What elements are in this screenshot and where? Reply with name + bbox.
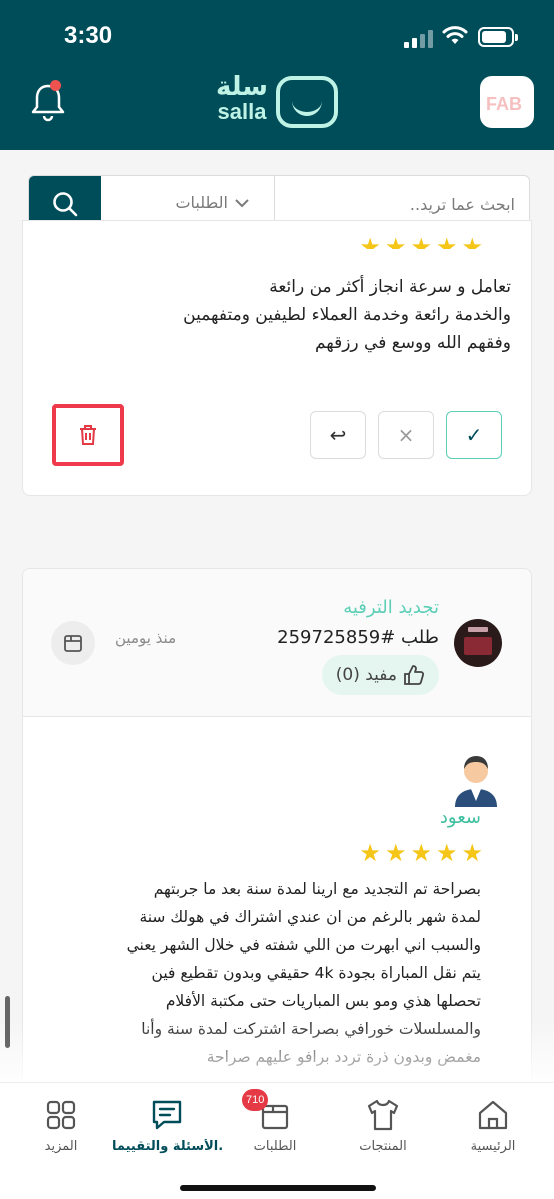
review-card-header: تجديد الترفيه طلب #259725859 مفيد (0) من… [23, 569, 531, 717]
home-icon [478, 1100, 508, 1130]
review-time: منذ يومين [115, 629, 177, 647]
star-icon: ★ [461, 235, 483, 249]
reviewer-name: سعود [439, 807, 481, 828]
search-scope-label: الطلبات [175, 193, 228, 212]
rating-stars: ★ ★ ★ ★ ★ [359, 235, 483, 249]
helpful-count: مفيد (0) [335, 665, 397, 685]
wifi-icon [442, 26, 468, 44]
star-icon: ★ [410, 235, 432, 249]
notification-dot [50, 80, 61, 91]
approve-button[interactable]: ✓ [446, 411, 502, 459]
star-icon: ★ [410, 839, 432, 867]
star-icon: ★ [384, 235, 407, 249]
review-text-line: والخدمة رائعة وخدمة العملاء لطيفين ومتفه… [183, 305, 511, 325]
review-text-line: مغمض وبدون ذرة تردد برافو عليهم صراحة [206, 1048, 481, 1066]
review-text-line: بصراحة تم التجديد مع ارينا لمدة سنة بعد … [153, 880, 481, 898]
delete-button[interactable] [64, 414, 112, 456]
product-title-link[interactable]: تجديد الترفيه [343, 597, 439, 618]
status-time: 3:30 [64, 22, 113, 49]
review-text: تعامل و سرعة انجاز أكثر من رائعة والخدمة… [41, 273, 511, 357]
grid-icon [46, 1100, 76, 1130]
store-avatar[interactable]: FAB [480, 76, 534, 128]
nav-item-products[interactable]: المنتجات [328, 1097, 438, 1165]
chat-icon [152, 1100, 182, 1130]
home-indicator[interactable] [180, 1185, 376, 1191]
nav-label: الأسئلة والتقييما... [112, 1139, 222, 1154]
search-icon [53, 192, 78, 217]
logo-arabic-text: سلة [216, 72, 268, 102]
nav-item-questions-reviews[interactable]: الأسئلة والتقييما... [112, 1097, 222, 1165]
chevron-down-icon [235, 199, 249, 208]
nav-label: الرئيسية [470, 1139, 516, 1154]
review-text-line: والسبب اني ابهرت من اللي شفته في خلال ال… [126, 936, 481, 954]
star-icon: ★ [435, 235, 458, 249]
star-icon: ★ [359, 839, 381, 867]
logo-mark-icon [276, 76, 338, 128]
reject-button[interactable]: × [378, 411, 434, 459]
review-text-line: تعامل و سرعة انجاز أكثر من رائعة [269, 277, 511, 297]
nav-item-home[interactable]: الرئيسية [438, 1097, 548, 1165]
nav-item-orders[interactable]: 710 الطلبات [220, 1089, 330, 1165]
logo-english-text: salla [217, 99, 267, 124]
scrollbar[interactable] [5, 996, 10, 1048]
order-number[interactable]: طلب #259725859 [277, 627, 439, 648]
trash-icon [80, 425, 96, 445]
star-icon: ★ [359, 235, 381, 249]
review-text-line: والمسلسلات خورافي بصراحة اشتركت لمدة سنة… [141, 1020, 481, 1038]
status-bar: 3:30 [0, 20, 554, 56]
nav-label: الطلبات [253, 1139, 297, 1154]
review-text-line: لمدة شهر بالرغم من ان عندي اشتراك في هول… [139, 908, 481, 926]
review-text-line: يتم نقل المباراة بجودة 4k حقيقي وبدون تق… [151, 964, 481, 982]
helpful-badge[interactable]: مفيد (0) [321, 655, 439, 695]
close-icon: × [397, 423, 415, 447]
battery-icon [478, 27, 518, 47]
thumbs-up-icon [404, 665, 425, 685]
product-thumbnail [454, 619, 502, 667]
nav-label: المنتجات [359, 1139, 407, 1154]
app-header: 3:30 سلة salla FAB [0, 0, 554, 150]
shirt-icon [367, 1099, 399, 1131]
nav-item-more[interactable]: المزيد [6, 1097, 116, 1165]
star-icon: ★ [435, 839, 458, 867]
review-text-line: تحصلها هذي ومو بس المباريات حتى مكتبة ال… [165, 992, 481, 1010]
reply-button[interactable]: ↩ [310, 411, 366, 459]
nav-label: المزيد [44, 1139, 78, 1154]
star-icon: ★ [384, 839, 407, 867]
review-card: تجديد الترفيه طلب #259725859 مفيد (0) من… [22, 568, 532, 1108]
star-icon: ★ [461, 839, 483, 867]
check-icon: ✓ [465, 423, 483, 447]
reply-icon: ↩ [329, 423, 347, 447]
signal-icon [404, 30, 433, 48]
notifications-bell-icon[interactable] [28, 80, 68, 124]
product-box-icon [51, 621, 95, 665]
review-text: بصراحة تم التجديد مع ارينا لمدة سنة بعد … [41, 875, 481, 1071]
store-avatar-text: FAB [486, 94, 522, 114]
reviewer-avatar [451, 751, 501, 807]
review-text-line: وفقهم الله ووسع في رزقهم [314, 333, 511, 353]
bottom-nav: الرئيسية المنتجات 710 الطلبات الأسئلة وا… [0, 1082, 554, 1199]
orders-count-badge: 710 [242, 1089, 269, 1111]
delete-highlight [52, 404, 124, 466]
rating-stars: ★ ★ ★ ★ ★ [359, 841, 483, 865]
